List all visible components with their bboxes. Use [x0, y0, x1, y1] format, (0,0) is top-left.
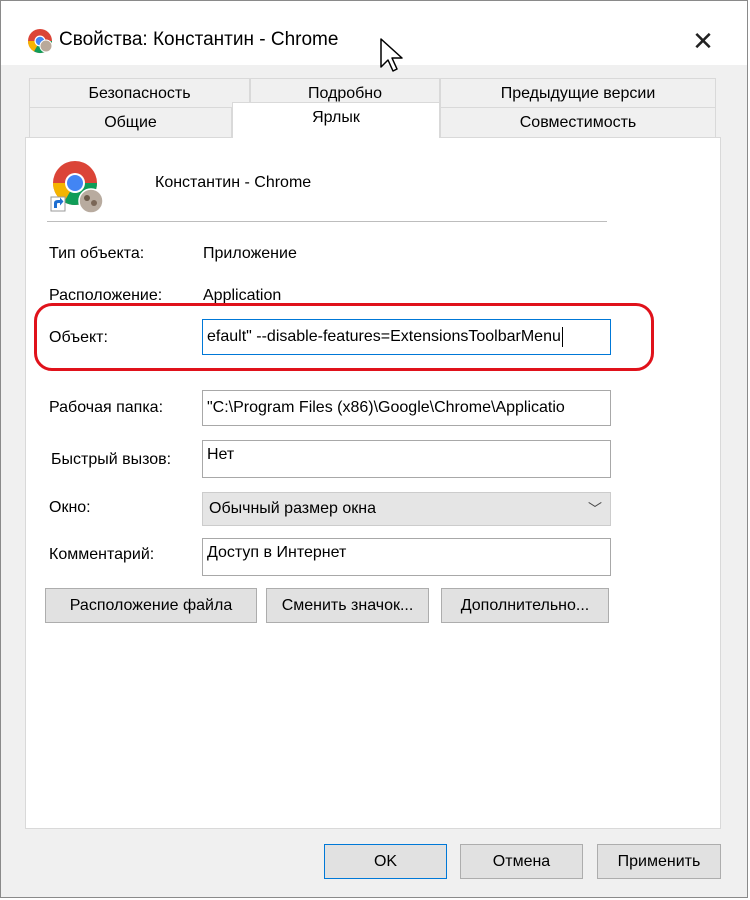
chrome-shortcut-icon: [50, 161, 104, 214]
change-icon-button[interactable]: Сменить значок...: [266, 588, 429, 623]
advanced-button[interactable]: Дополнительно...: [441, 588, 609, 623]
shortcut-panel: [25, 137, 721, 829]
close-button[interactable]: ✕: [683, 23, 723, 59]
properties-window: Свойства: Константин - Chrome ✕ Безопасн…: [0, 0, 748, 898]
mouse-pointer-icon: [380, 38, 403, 72]
comment-label: Комментарий:: [49, 546, 155, 563]
window-mode-label: Окно:: [49, 499, 91, 516]
workdir-value: "C:\Program Files (x86)\Google\Chrome\Ap…: [207, 399, 565, 416]
window-mode-select[interactable]: Обычный размер окна ﹀: [202, 492, 611, 526]
object-type-value: Приложение: [203, 245, 297, 262]
workdir-input[interactable]: "C:\Program Files (x86)\Google\Chrome\Ap…: [202, 390, 611, 426]
tab-previous-versions[interactable]: Предыдущие версии: [440, 78, 716, 109]
cancel-button[interactable]: Отмена: [460, 844, 583, 879]
divider: [47, 221, 607, 222]
chevron-down-icon: ﹀: [588, 501, 602, 517]
window-mode-value: Обычный размер окна: [209, 500, 376, 517]
ok-button[interactable]: OK: [324, 844, 447, 879]
target-highlight-annotation: [34, 303, 654, 371]
hotkey-input[interactable]: Нет: [202, 440, 611, 478]
hotkey-label: Быстрый вызов:: [51, 451, 172, 468]
object-type-label: Тип объекта:: [49, 245, 145, 262]
open-file-location-button[interactable]: Расположение файла: [45, 588, 257, 623]
tab-general[interactable]: Общие: [29, 107, 232, 138]
tab-compatibility[interactable]: Совместимость: [440, 107, 716, 138]
comment-input[interactable]: Доступ в Интернет: [202, 538, 611, 576]
shortcut-name: Константин - Chrome: [155, 174, 312, 191]
tab-security[interactable]: Безопасность: [29, 78, 250, 109]
tab-shortcut[interactable]: Ярлык: [232, 102, 440, 138]
apply-button[interactable]: Применить: [597, 844, 721, 879]
workdir-label: Рабочая папка:: [49, 399, 164, 416]
title-bar: Свойства: Константин - Chrome ✕: [1, 1, 747, 65]
comment-value: Доступ в Интернет: [207, 544, 347, 561]
window-title: Свойства: Константин - Chrome: [59, 29, 339, 50]
hotkey-value: Нет: [207, 446, 235, 463]
close-icon: ✕: [692, 25, 714, 56]
chrome-icon: [27, 29, 53, 54]
